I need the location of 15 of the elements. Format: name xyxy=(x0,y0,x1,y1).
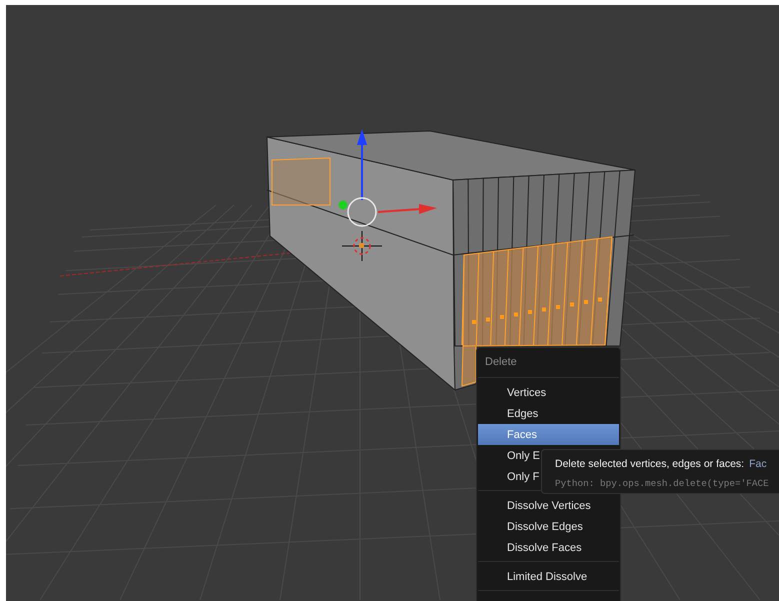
menu-item[interactable]: Only E xyxy=(478,445,542,466)
menu-item[interactable]: Dissolve Edges xyxy=(478,516,585,537)
menu-item[interactable]: Dissolve Faces xyxy=(478,537,584,558)
3d-cursor-icon xyxy=(342,230,382,262)
menu-item[interactable]: Vertices xyxy=(478,382,548,403)
menu-item[interactable]: Only F xyxy=(478,466,542,487)
tooltip-value: Fac xyxy=(749,458,767,470)
python-command: Python: bpy.ops.mesh.delete(type='FACE xyxy=(555,478,770,489)
tooltip-description: Delete selected vertices, edges or faces: xyxy=(555,458,744,470)
3d-viewport[interactable]: Delete selected vertices, edges or faces: Fac Python: bpy.ops.mesh.delete(type='FACE Delete Vertices Edges Faces Only E Only F Dissolve Vertices Dissolve Edges Dissolve Faces Limited Dissolve xyxy=(6,5,779,601)
menu-item[interactable]: Dissolve Vertices xyxy=(478,495,593,516)
menu-item[interactable]: Faces xyxy=(478,424,619,445)
menu-title: Delete xyxy=(484,355,518,370)
menu-item[interactable]: Edges xyxy=(478,403,540,424)
menu-item[interactable]: Limited Dissolve xyxy=(478,566,590,587)
